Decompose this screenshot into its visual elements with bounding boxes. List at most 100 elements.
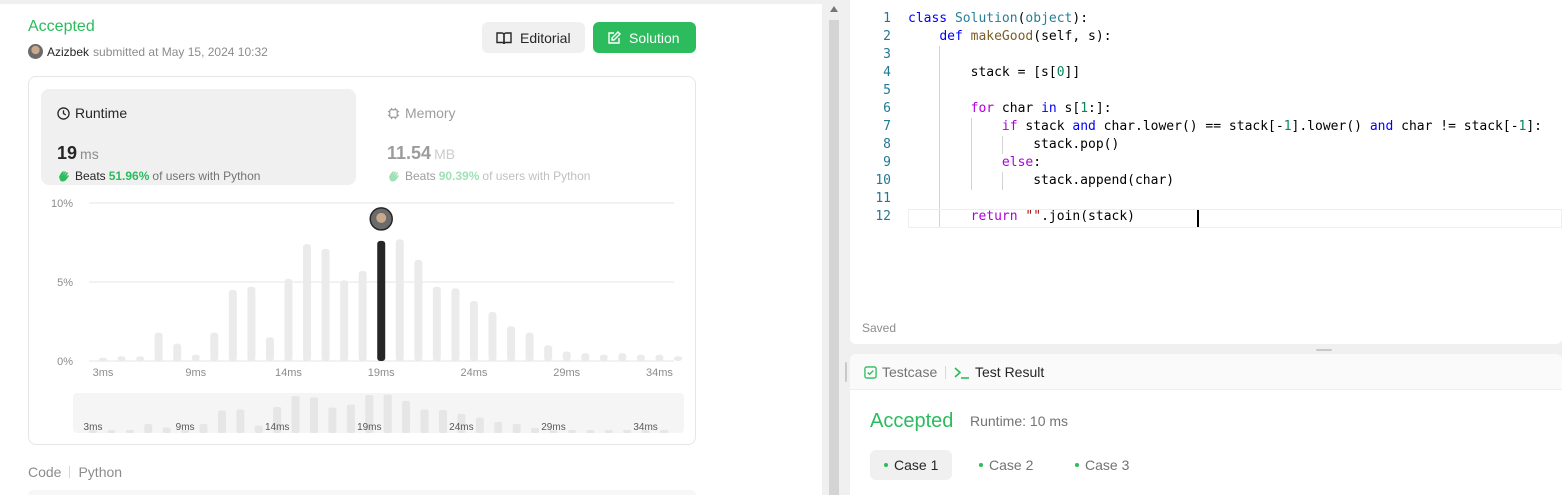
runtime-distribution-chart[interactable]: 10% 5% 0% 3ms 9ms 14ms 19ms 24ms 29ms 34ms 3ms 9ms 1…	[29, 195, 697, 440]
wave-icon	[389, 171, 399, 182]
line-source[interactable]: stack = [s[0]]	[908, 64, 1081, 82]
case-tab-3[interactable]: Case 3	[1061, 450, 1143, 480]
bar	[228, 289, 237, 361]
line-source[interactable]: class Solution(object):	[908, 10, 1088, 28]
y-tick-label: 5%	[57, 277, 73, 289]
scrollbar-thumb[interactable]	[829, 20, 839, 495]
bar	[507, 326, 516, 361]
bar	[562, 351, 571, 361]
line-number: 3	[883, 47, 891, 62]
code-label: Code	[28, 464, 62, 480]
case-label: Case 1	[894, 457, 939, 473]
vertical-resize-handle[interactable]	[845, 362, 847, 382]
case-tab-2[interactable]: Case 2	[965, 450, 1047, 480]
bar	[284, 278, 293, 361]
pass-dot	[884, 463, 888, 467]
mini-bar	[494, 422, 503, 433]
x-tick-label: 24ms	[461, 367, 488, 379]
line-source[interactable]: if stack and char.lower() == stack[-1].l…	[908, 118, 1542, 136]
line-source[interactable]: for char in s[1:]:	[908, 100, 1112, 118]
y-tick-label: 0%	[57, 356, 73, 368]
mini-bar	[623, 430, 632, 433]
bar-highlight	[377, 240, 386, 361]
submission-panel: Accepted Azizbek submitted at May 15, 20…	[0, 0, 822, 495]
saved-status: Saved	[862, 321, 897, 335]
mini-bar	[586, 430, 595, 433]
mini-bar	[291, 396, 300, 433]
bar	[210, 332, 219, 361]
username-link[interactable]: Azizbek	[47, 45, 89, 59]
mini-bar	[438, 410, 447, 433]
line-source[interactable]: def makeGood(self, s):	[908, 28, 1111, 46]
line-source[interactable]: stack.append(char)	[908, 172, 1174, 190]
line-number: 2	[883, 29, 891, 44]
tab-test-result[interactable]: Test Result	[954, 364, 1044, 380]
mini-tick-label: 3ms	[84, 422, 103, 433]
mini-bar	[604, 430, 613, 433]
code-block	[28, 490, 696, 495]
solution-label: Solution	[629, 29, 680, 46]
bar	[432, 286, 441, 361]
bar	[395, 239, 404, 361]
edit-icon	[608, 30, 621, 44]
bar	[544, 345, 553, 361]
runtime-box[interactable]: Runtime 19 ms Beats 51.96% of users with …	[41, 89, 356, 185]
mini-bar	[310, 397, 319, 433]
avatar[interactable]	[28, 44, 43, 59]
bar	[451, 288, 460, 361]
mini-tick-label: 14ms	[265, 422, 289, 433]
x-tick-label: 9ms	[185, 367, 206, 379]
line-number: 11	[875, 191, 891, 206]
solution-button[interactable]: Solution	[593, 22, 696, 53]
bar	[303, 244, 312, 361]
mini-bar	[162, 427, 171, 433]
code-editor[interactable]: 1 class Solution(object): 2 def makeGood(s…	[850, 0, 1562, 344]
left-panel-scrollbar[interactable]	[828, 0, 840, 495]
bar	[265, 337, 274, 361]
book-icon	[496, 31, 512, 44]
bar	[414, 259, 423, 361]
memory-value: 11.54 MB	[387, 143, 455, 164]
line-source[interactable]: stack.pop()	[908, 136, 1119, 154]
wave-icon	[59, 171, 69, 182]
mini-bar	[217, 410, 226, 433]
mini-bar	[107, 430, 116, 433]
line-number: 8	[883, 137, 891, 152]
mini-bar	[660, 430, 668, 433]
line-number: 4	[883, 65, 891, 80]
bar	[136, 356, 145, 361]
line-source[interactable]: else:	[908, 154, 1041, 172]
text-cursor	[1197, 210, 1199, 227]
mini-bar	[254, 425, 263, 433]
test-result-status: Accepted	[870, 410, 954, 432]
bar	[636, 354, 645, 361]
memory-box[interactable]: Memory 11.54 MB Beats 90.39% of users wit…	[371, 89, 686, 185]
case-tab-1[interactable]: Case 1	[870, 450, 953, 480]
editorial-button[interactable]: Editorial	[482, 22, 585, 53]
line-source[interactable]: return "".join(stack)	[908, 208, 1135, 226]
runtime-heading: Runtime	[57, 105, 127, 121]
case-label: Case 2	[989, 457, 1034, 473]
bar	[488, 312, 497, 361]
bar	[247, 286, 256, 361]
line-number: 12	[875, 209, 891, 224]
scroll-up-arrow[interactable]	[830, 6, 838, 12]
bar	[154, 332, 163, 361]
bar	[655, 354, 664, 361]
test-panel: Testcase Test Result Accepted Runtime: 1…	[850, 354, 1562, 495]
memory-unit: MB	[434, 146, 456, 162]
bar	[618, 353, 627, 361]
memory-number: 11.54	[387, 143, 432, 163]
mini-tick-label: 34ms	[633, 422, 657, 433]
stats-card: Runtime 19 ms Beats 51.96% of users with …	[28, 76, 696, 445]
checkbox-icon	[864, 365, 877, 379]
mini-tick-label: 24ms	[449, 422, 473, 433]
panel-resize-handle[interactable]	[1316, 349, 1332, 351]
mini-bar	[420, 409, 429, 433]
tab-testcase[interactable]: Testcase	[864, 364, 937, 380]
submission-meta: Azizbek submitted at May 15, 2024 10:32	[28, 44, 268, 59]
memory-label: Memory	[405, 105, 456, 121]
memory-heading: Memory	[387, 105, 456, 121]
bar	[525, 332, 534, 361]
line-number: 1	[883, 11, 891, 26]
